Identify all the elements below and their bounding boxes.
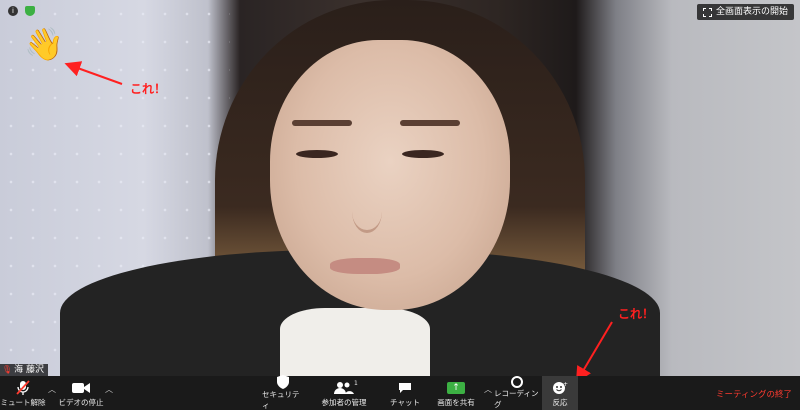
record-label: レコーディング — [494, 389, 539, 409]
arrow-to-reactions-button — [575, 321, 613, 376]
smiley-plus-icon: + — [552, 379, 568, 397]
record-icon — [511, 376, 523, 388]
participants-count: 1 — [354, 380, 358, 387]
svg-text:+: + — [563, 381, 568, 388]
fullscreen-icon — [702, 7, 712, 17]
unmute-button[interactable]: ミュート解除 — [0, 376, 46, 410]
share-screen-icon: ↑ — [447, 381, 465, 394]
record-button[interactable]: レコーディング — [494, 376, 540, 410]
participant-name: 海 藤沢 — [14, 365, 45, 375]
unmute-label: ミュート解除 — [0, 397, 46, 407]
participants-icon: 1 — [334, 379, 358, 397]
video-feed: i 👋 これ！ これ！ 全画面表示の開始 🎙 海 藤沢 — [0, 0, 800, 376]
muted-microphone-icon — [16, 379, 30, 397]
end-meeting-button[interactable]: ミーティングの終了 — [716, 388, 792, 400]
chat-bubble-icon — [398, 379, 412, 397]
share-screen-label: 画面を共有 — [437, 397, 475, 407]
stop-video-button[interactable]: ビデオの停止 — [58, 376, 104, 410]
reactions-label: 反応 — [552, 397, 568, 407]
annotation-arrows — [64, 61, 613, 376]
chat-button[interactable]: チャット — [388, 376, 422, 410]
reactions-button[interactable]: + 反応 — [542, 376, 578, 410]
security-label: セキュリティ — [262, 390, 300, 410]
fullscreen-label: 全画面表示の開始 — [715, 7, 788, 17]
participant-name-tag: 🎙 海 藤沢 — [0, 364, 49, 376]
participants-label: 参加者の管理 — [321, 397, 367, 407]
security-button[interactable]: セキュリティ — [262, 375, 304, 410]
muted-mic-icon: 🎙 — [2, 365, 13, 374]
participants-button[interactable]: 1 参加者の管理 — [318, 376, 370, 410]
annotation-label-top: これ！ — [130, 82, 167, 96]
chat-label: チャット — [390, 397, 420, 407]
fullscreen-button[interactable]: 全画面表示の開始 — [696, 4, 794, 20]
video-camera-icon — [72, 379, 90, 397]
stop-video-label: ビデオの停止 — [58, 397, 104, 407]
arrow-to-reaction — [64, 61, 123, 85]
security-shield-icon — [277, 375, 289, 389]
video-options-caret-icon[interactable]: ︿ — [105, 384, 113, 395]
zoom-meeting-window: i 👋 これ！ これ！ 全画面表示の開始 🎙 海 藤沢 ミュート解除 ︿ ビデオ… — [0, 0, 800, 410]
share-options-caret-icon[interactable]: ︿ — [484, 384, 492, 395]
audio-options-caret-icon[interactable]: ︿ — [48, 384, 56, 395]
share-screen-button[interactable]: ↑ 画面を共有 — [434, 376, 478, 410]
meeting-toolbar: ミュート解除 ︿ ビデオの停止 ︿ セキュリティ 1 参加者の管理 チャット ↑… — [0, 375, 800, 410]
annotation-label-bottom: これ！ — [618, 307, 655, 321]
